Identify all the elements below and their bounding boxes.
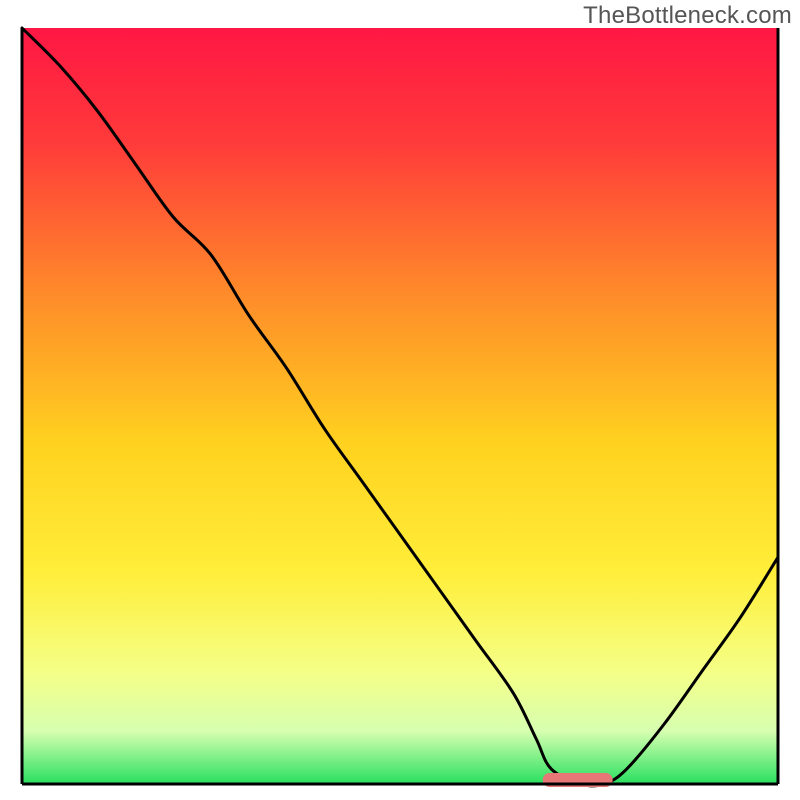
plot-area [22, 28, 778, 784]
bottleneck-chart [0, 0, 800, 800]
watermark-text: TheBottleneck.com [583, 2, 792, 30]
chart-canvas: { "watermark": "TheBottleneck.com", "mar… [0, 0, 800, 800]
